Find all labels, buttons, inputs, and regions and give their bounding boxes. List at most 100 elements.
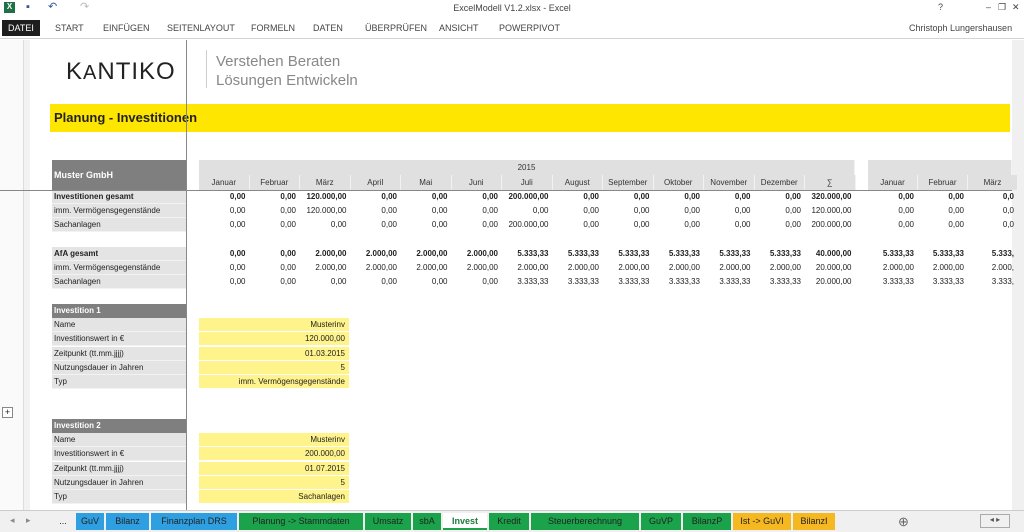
value-cell-next[interactable]: 5.333,33 [868, 247, 918, 261]
value-cell[interactable]: 2.000,00 [401, 261, 452, 275]
value-cell[interactable]: 0,00 [199, 190, 250, 204]
field-input[interactable]: 01.03.2015 [199, 346, 349, 361]
sheet-tab[interactable]: Kredit [489, 513, 529, 530]
value-cell-next[interactable]: 3.333, [968, 275, 1018, 289]
expand-outline-button[interactable]: + [2, 407, 13, 418]
value-cell[interactable]: 40.000,00 [805, 247, 856, 261]
value-cell[interactable]: 3.333,33 [603, 275, 654, 289]
sheet-tab[interactable]: Invest [443, 513, 487, 530]
value-cell[interactable]: 2.000,00 [351, 261, 402, 275]
tab-seitenlayout[interactable]: SEITENLAYOUT [162, 21, 240, 35]
value-cell-next[interactable]: 5.333, [968, 247, 1018, 261]
sheet-tab[interactable]: BilanzP [683, 513, 731, 530]
value-cell[interactable]: 0,00 [452, 275, 503, 289]
value-cell-next[interactable]: 0,00 [918, 190, 968, 204]
field-input[interactable]: Sachanlagen [199, 490, 349, 505]
value-cell[interactable]: 5.333,33 [704, 247, 755, 261]
value-cell-next[interactable]: 0,0 [968, 218, 1018, 232]
value-cell-next[interactable]: 2.000, [968, 261, 1018, 275]
value-cell-next[interactable]: 0,0 [968, 190, 1018, 204]
value-cell[interactable]: 3.333,33 [553, 275, 604, 289]
value-cell[interactable]: 20.000,00 [805, 261, 856, 275]
value-cell[interactable]: 3.333,33 [502, 275, 553, 289]
field-input[interactable]: Musterinv [199, 433, 349, 447]
value-cell[interactable]: 3.333,33 [654, 275, 705, 289]
value-cell[interactable]: 0,00 [755, 190, 806, 204]
value-cell[interactable]: 3.333,33 [755, 275, 806, 289]
value-cell[interactable]: 0,00 [250, 190, 301, 204]
value-cell-next[interactable]: 0,00 [868, 204, 918, 218]
field-input[interactable]: 200.000,00 [199, 447, 349, 462]
value-cell[interactable]: 0,00 [300, 218, 351, 232]
value-cell[interactable]: 200.000,00 [502, 190, 553, 204]
sheet-tab[interactable]: Steuerberechnung [531, 513, 639, 530]
value-cell[interactable]: 0,00 [704, 204, 755, 218]
value-cell[interactable]: 0,00 [704, 190, 755, 204]
value-cell[interactable]: 0,00 [250, 261, 301, 275]
tab-start[interactable]: START [50, 21, 89, 35]
value-cell[interactable]: 0,00 [199, 261, 250, 275]
value-cell[interactable]: 0,00 [452, 204, 503, 218]
restore-button[interactable]: ❐ [998, 2, 1006, 13]
close-button[interactable]: ✕ [1012, 2, 1020, 13]
value-cell[interactable]: 5.333,33 [603, 247, 654, 261]
value-cell[interactable]: 0,00 [199, 275, 250, 289]
value-cell-next[interactable]: 2.000,00 [918, 261, 968, 275]
value-cell[interactable]: 2.000,00 [704, 261, 755, 275]
value-cell[interactable]: 0,00 [199, 247, 250, 261]
value-cell[interactable]: 2.000,00 [401, 247, 452, 261]
value-cell[interactable]: 0,00 [199, 218, 250, 232]
value-cell[interactable]: 0,00 [755, 218, 806, 232]
worksheet[interactable]: + KANTIKO Verstehen Beraten Lösungen Ent… [0, 40, 1024, 510]
sheet-tab[interactable]: Finanzplan DRS [151, 513, 237, 530]
sheet-tab[interactable]: BilanzI [793, 513, 835, 530]
value-cell[interactable]: 320.000,00 [805, 190, 856, 204]
minimize-button[interactable]: – [986, 2, 991, 12]
value-cell[interactable]: 0,00 [250, 218, 301, 232]
value-cell[interactable]: 0,00 [654, 204, 705, 218]
value-cell[interactable]: 2.000,00 [654, 261, 705, 275]
value-cell[interactable]: 5.333,33 [755, 247, 806, 261]
value-cell-next[interactable]: 0,00 [918, 218, 968, 232]
scroll-tabs-right-icon[interactable]: ▸ [26, 515, 31, 526]
value-cell-next[interactable]: 3.333,33 [868, 275, 918, 289]
tab-formeln[interactable]: FORMELN [246, 21, 300, 35]
tab-ansicht[interactable]: ANSICHT [434, 21, 484, 35]
value-cell[interactable]: 0,00 [553, 190, 604, 204]
value-cell[interactable]: 0,00 [199, 204, 250, 218]
value-cell[interactable]: 120.000,00 [805, 204, 856, 218]
value-cell[interactable]: 2.000,00 [755, 261, 806, 275]
value-cell[interactable]: 0,00 [351, 275, 402, 289]
value-cell[interactable]: 0,00 [603, 204, 654, 218]
value-cell[interactable]: 2.000,00 [452, 261, 503, 275]
sheet-tab[interactable]: sbA [413, 513, 441, 530]
sheet-tab[interactable]: Umsatz [365, 513, 411, 530]
value-cell[interactable]: 2.000,00 [502, 261, 553, 275]
value-cell[interactable]: 200.000,00 [805, 218, 856, 232]
add-sheet-button[interactable]: ⊕ [898, 514, 909, 530]
value-cell-next[interactable]: 5.333,33 [918, 247, 968, 261]
value-cell[interactable]: 0,00 [452, 190, 503, 204]
field-input[interactable]: Musterinv [199, 318, 349, 332]
value-cell[interactable]: 0,00 [351, 204, 402, 218]
value-cell[interactable]: 5.333,33 [502, 247, 553, 261]
value-cell-next[interactable]: 0,00 [918, 204, 968, 218]
value-cell[interactable]: 0,00 [704, 218, 755, 232]
field-input[interactable]: 5 [199, 475, 349, 490]
value-cell[interactable]: 2.000,00 [300, 261, 351, 275]
field-input[interactable]: 01.07.2015 [199, 461, 349, 476]
field-input[interactable]: imm. Vermögensgegenstände [199, 375, 349, 390]
value-cell[interactable]: 3.333,33 [704, 275, 755, 289]
value-cell[interactable]: 0,00 [401, 218, 452, 232]
value-cell[interactable]: 2.000,00 [603, 261, 654, 275]
value-cell[interactable]: 0,00 [250, 204, 301, 218]
value-cell[interactable]: 120.000,00 [300, 204, 351, 218]
value-cell[interactable]: 0,00 [654, 190, 705, 204]
value-cell[interactable]: 0,00 [250, 275, 301, 289]
value-cell-next[interactable]: 0,00 [868, 218, 918, 232]
value-cell[interactable]: 5.333,33 [654, 247, 705, 261]
value-cell[interactable]: 200.000,00 [502, 218, 553, 232]
value-cell-next[interactable]: 0,0 [968, 204, 1018, 218]
horizontal-scroll-arrows[interactable]: ◂ ▸ [980, 514, 1010, 528]
value-cell[interactable]: 0,00 [351, 190, 402, 204]
